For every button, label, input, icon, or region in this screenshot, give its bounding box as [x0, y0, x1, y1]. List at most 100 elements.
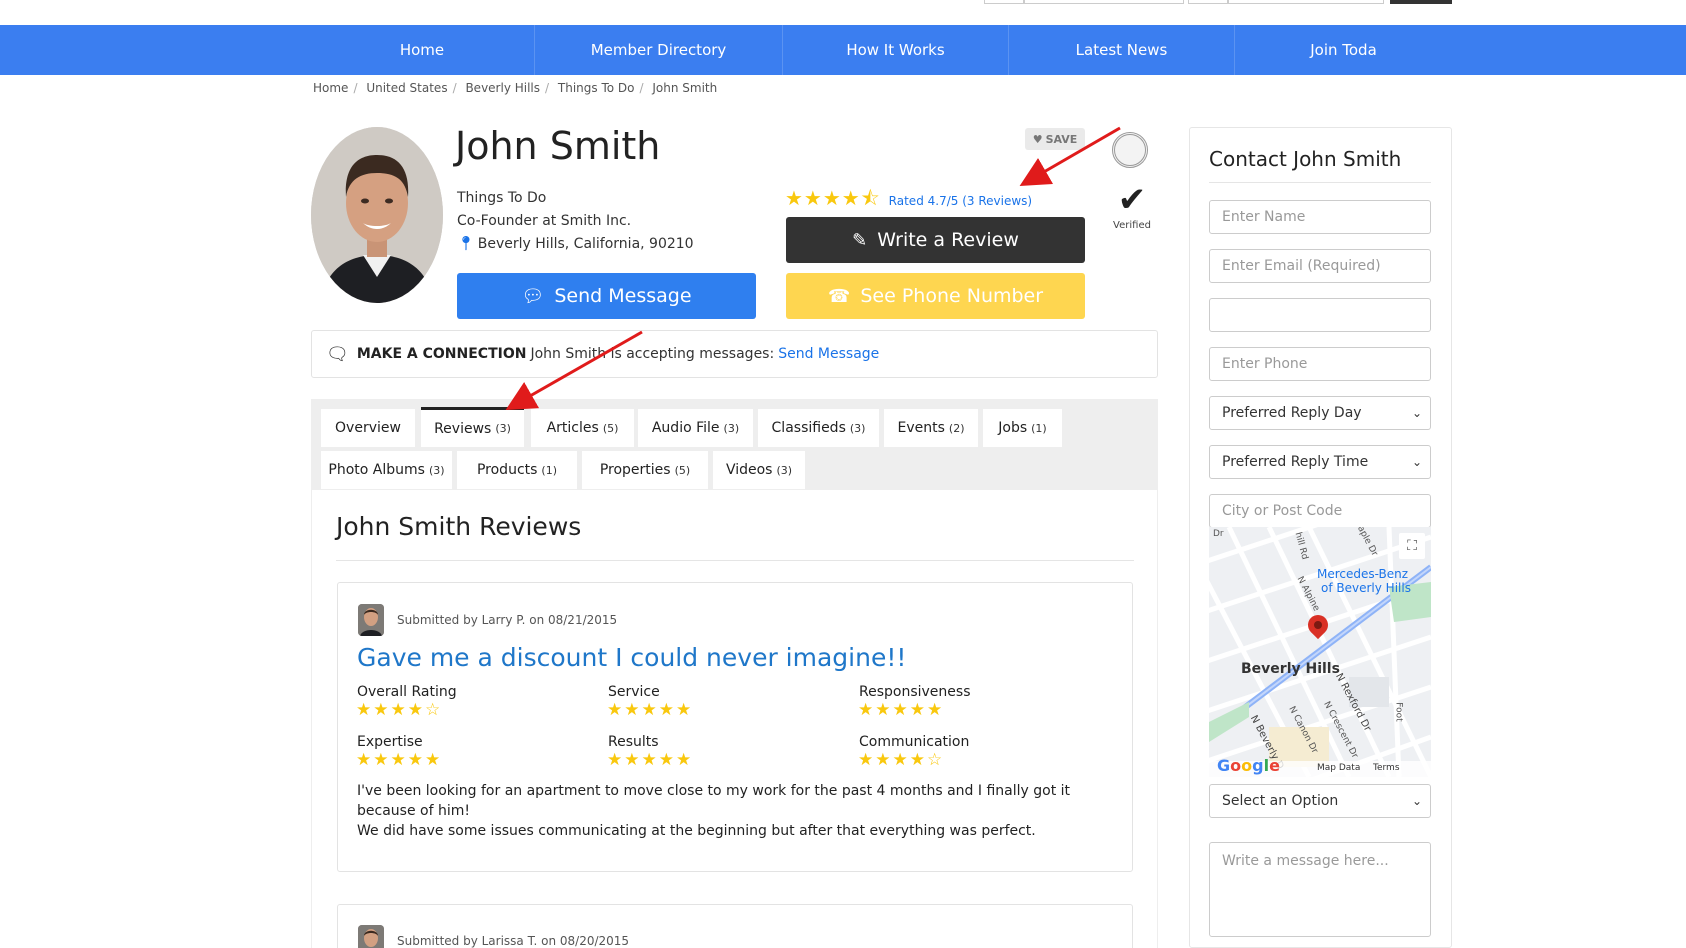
save-button[interactable]: ♥ SAVE — [1025, 128, 1085, 150]
criteria-stars: ★★★★★ — [356, 750, 443, 770]
breadcrumb-category[interactable]: Things To Do — [558, 81, 635, 95]
tab-overview[interactable]: Overview — [321, 409, 415, 447]
location-map[interactable]: Mercedes-Benz of Beverly Hills Beverly H… — [1209, 527, 1431, 777]
top-select-2[interactable] — [1188, 0, 1228, 4]
map-label: Dr — [1213, 529, 1224, 539]
city-input[interactable]: City or Post Code — [1209, 494, 1431, 528]
tab-count: (2) — [948, 421, 965, 435]
tab-products[interactable]: Products (1) — [457, 451, 577, 489]
send-message-label: Send Message — [554, 285, 692, 307]
tab-label: Overview — [335, 420, 401, 436]
breadcrumb-home[interactable]: Home — [313, 81, 348, 95]
chat-icon: 💬︎ — [521, 285, 545, 307]
write-review-button[interactable]: ✎ Write a Review — [786, 217, 1085, 263]
map-label: of Beverly Hills — [1321, 581, 1411, 595]
top-select[interactable] — [984, 0, 1024, 4]
divider — [336, 560, 1134, 561]
tab-videos[interactable]: Videos (3) — [713, 451, 805, 489]
rating-link[interactable]: Rated 4.7/5 (3 Reviews) — [889, 194, 1032, 208]
connection-send-link[interactable]: Send Message — [778, 346, 879, 362]
breadcrumb-current: John Smith — [652, 81, 718, 95]
tab-count: (3) — [495, 422, 511, 435]
profile-location: 📍︎ Beverly Hills, California, 90210 — [457, 236, 694, 252]
tab-count: (3) — [776, 463, 793, 477]
nav-how-it-works[interactable]: How It Works — [783, 25, 1009, 75]
tab-label: Photo Albums — [328, 462, 425, 478]
nav-latest-news[interactable]: Latest News — [1009, 25, 1235, 75]
write-review-label: Write a Review — [877, 229, 1019, 251]
tab-jobs[interactable]: Jobs (1) — [983, 409, 1062, 447]
tab-events[interactable]: Events (2) — [884, 409, 978, 447]
tab-properties[interactable]: Properties (5) — [582, 451, 708, 489]
reply-time-select[interactable]: Preferred Reply Time ⌄ — [1209, 445, 1431, 479]
profile-avatar — [311, 127, 443, 303]
tab-label: Audio File — [651, 420, 720, 436]
blank-input[interactable] — [1209, 298, 1431, 332]
tab-classifieds[interactable]: Classifieds (3) — [758, 409, 879, 447]
top-search-button[interactable] — [1390, 0, 1452, 4]
see-phone-button[interactable]: ☎ See Phone Number — [786, 273, 1085, 319]
tab-label: Reviews — [434, 420, 492, 437]
reply-time-value: Preferred Reply Time — [1222, 454, 1369, 470]
reviewer-avatar — [358, 604, 384, 636]
tab-label: Articles — [546, 420, 599, 436]
profile-category: Things To Do — [457, 190, 547, 206]
verified-label: Verified — [1113, 220, 1151, 231]
breadcrumb-city[interactable]: Beverly Hills — [465, 81, 540, 95]
profile-location-text: Beverly Hills, California, 90210 — [477, 236, 694, 252]
option-value: Select an Option — [1222, 793, 1339, 809]
tab-count: (5) — [602, 421, 619, 435]
connection-bar: 🗨︎ MAKE A CONNECTION John Smith is accep… — [311, 330, 1158, 378]
review-body: I've been looking for an apartment to mo… — [357, 781, 1097, 841]
tab-count: (3) — [723, 421, 740, 435]
verified-badge: ✔ Verified — [1108, 180, 1156, 231]
tab-label: Jobs — [998, 420, 1028, 436]
contact-title: Contact John Smith — [1209, 147, 1402, 171]
reviewer-avatar — [358, 925, 384, 948]
review-title[interactable]: Gave me a discount I could never imagine… — [357, 643, 906, 672]
profile-position: Co-Founder at Smith Inc. — [457, 213, 632, 229]
review-submitted: Submitted by Larissa T. on 08/20/2015 — [397, 934, 630, 948]
google-logo: Google — [1217, 756, 1280, 775]
save-label: SAVE — [1045, 132, 1078, 146]
tab-count: (1) — [541, 463, 558, 477]
review-body-line: We did have some issues communicating at… — [357, 823, 1036, 839]
map-data-link[interactable]: Map Data — [1317, 763, 1360, 773]
email-input[interactable]: Enter Email (Required) — [1209, 249, 1431, 283]
map-label: Foot — [1393, 702, 1404, 722]
top-location-input[interactable] — [1228, 0, 1384, 4]
tab-reviews[interactable]: Reviews (3) — [421, 407, 524, 447]
option-select[interactable]: Select an Option ⌄ — [1209, 784, 1431, 818]
nav-join[interactable]: Join Toda — [1235, 25, 1452, 75]
map-terms-link[interactable]: Terms — [1373, 763, 1400, 773]
name-input[interactable]: Enter Name — [1209, 200, 1431, 234]
tab-label: Videos — [725, 462, 773, 478]
phone-icon: ☎ — [827, 285, 851, 307]
see-phone-label: See Phone Number — [860, 285, 1044, 307]
rating-summary: ★★★★⯪ Rated 4.7/5 (3 Reviews) — [785, 184, 1032, 218]
tab-label: Products — [476, 462, 538, 478]
reply-day-select[interactable]: Preferred Reply Day ⌄ — [1209, 396, 1431, 430]
top-search-input[interactable] — [1024, 0, 1184, 4]
profile-name: John Smith — [455, 124, 661, 168]
nav-home[interactable]: Home — [310, 25, 535, 75]
fullscreen-icon[interactable]: ⛶ — [1399, 533, 1425, 559]
nav-member-directory[interactable]: Member Directory — [535, 25, 783, 75]
tab-count: (1) — [1031, 421, 1047, 435]
message-textarea[interactable]: Write a message here... — [1209, 842, 1431, 937]
phone-input[interactable]: Enter Phone — [1209, 347, 1431, 381]
reply-day-value: Preferred Reply Day — [1222, 405, 1362, 421]
criteria-stars: ★★★★★ — [607, 700, 694, 720]
tab-audio-file[interactable]: Audio File (3) — [638, 409, 753, 447]
breadcrumb-country[interactable]: United States — [366, 81, 447, 95]
tab-label: Events — [897, 420, 945, 436]
criteria-stars: ★★★★★ — [607, 750, 694, 770]
tab-articles[interactable]: Articles (5) — [531, 409, 634, 447]
tab-count: (3) — [849, 421, 866, 435]
criteria-label: Overall Rating — [357, 684, 457, 700]
map-label: Mercedes-Benz — [1317, 567, 1409, 581]
tab-photo-albums[interactable]: Photo Albums (3) — [321, 451, 452, 489]
criteria-stars: ★★★★★ — [858, 700, 945, 720]
send-message-button[interactable]: 💬︎ Send Message — [457, 273, 756, 319]
divider — [1209, 182, 1431, 183]
